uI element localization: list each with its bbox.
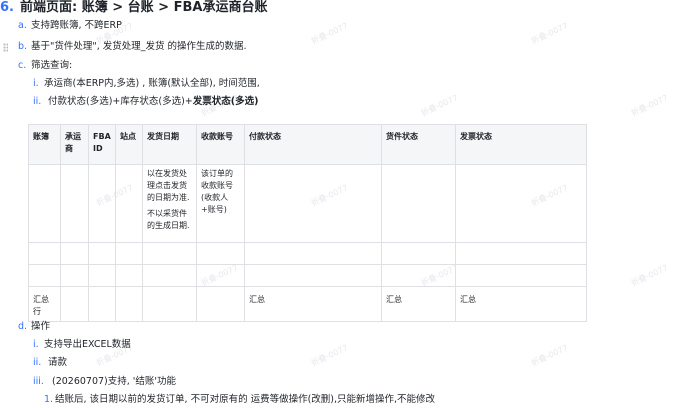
table-cell[interactable] bbox=[381, 242, 456, 265]
list-text: 付款状态(多选)+库存状态(多选)+ bbox=[48, 96, 193, 107]
list-text: 基于"货件处理", 发货处理_发货 的操作生成的数据. bbox=[31, 41, 247, 52]
table-cell[interactable] bbox=[115, 286, 143, 322]
summary-invoice: 汇总 bbox=[455, 286, 587, 322]
table-summary-row: 汇总行 汇总 汇总 汇总 bbox=[28, 286, 587, 322]
table-row bbox=[28, 242, 587, 265]
table-cell[interactable] bbox=[381, 164, 456, 243]
list-marker: b. bbox=[18, 41, 28, 52]
watermark: 折叠-0077 bbox=[309, 343, 350, 368]
table-cell[interactable] bbox=[60, 264, 89, 287]
ship-date-note: 以在发货处理点击发货的日期为准. bbox=[147, 169, 190, 202]
table-cell[interactable] bbox=[142, 242, 197, 265]
table-cell[interactable] bbox=[60, 286, 89, 322]
list-item-d: d. 操作 bbox=[18, 320, 50, 334]
list-text: 结账后, 该日期以前的发货订单, 不可对原有的 运费等做操作(改删),只能新增操… bbox=[55, 394, 436, 405]
list-marker: 1. bbox=[44, 394, 54, 405]
list-item-a: a. 支持跨账簿, 不跨ERP bbox=[18, 19, 122, 33]
table-cell[interactable] bbox=[88, 264, 116, 287]
table-cell[interactable] bbox=[142, 264, 197, 287]
table-cell[interactable] bbox=[196, 264, 245, 287]
column-header: FBA ID bbox=[88, 124, 116, 165]
list-marker: c. bbox=[18, 60, 27, 71]
column-header: 发货日期 bbox=[142, 124, 197, 165]
list-marker: d. bbox=[18, 321, 28, 332]
heading-number: 6. bbox=[0, 0, 14, 15]
list-text: 筛选查询: bbox=[31, 60, 73, 71]
list-marker: iii. bbox=[33, 376, 44, 387]
table-cell[interactable] bbox=[455, 264, 587, 287]
list-text: 请款 bbox=[48, 357, 68, 368]
watermark: 折叠-0077 bbox=[529, 343, 570, 368]
table-cell[interactable] bbox=[28, 264, 61, 287]
table-cell[interactable]: 以在发货处理点击发货的日期为准. 不以采货件的生成日期. bbox=[142, 164, 197, 243]
watermark: 折叠-0077 bbox=[419, 93, 460, 118]
list-item-b: b. 基于"货件处理", 发货处理_发货 的操作生成的数据. bbox=[18, 40, 247, 54]
table-cell[interactable] bbox=[196, 242, 245, 265]
table-row bbox=[28, 264, 587, 287]
table-row: 以在发货处理点击发货的日期为准. 不以采货件的生成日期. 该订单的收款账号(收款… bbox=[28, 164, 587, 243]
list-item-c: c. 筛选查询: bbox=[18, 59, 72, 73]
list-marker: i. bbox=[33, 78, 39, 89]
list-marker: ii. bbox=[33, 96, 42, 107]
table-cell[interactable] bbox=[115, 242, 143, 265]
column-header: 货件状态 bbox=[381, 124, 456, 165]
list-marker: i. bbox=[33, 339, 39, 350]
summary-label: 汇总行 bbox=[28, 286, 61, 322]
list-text-bold: 发票状态(多选) bbox=[192, 96, 259, 107]
table-cell[interactable] bbox=[381, 264, 456, 287]
heading-text: 前端页面: 账簿 > 台账 > FBA承运商台账 bbox=[19, 0, 268, 15]
list-text: 支持跨账簿, 不跨ERP bbox=[31, 20, 122, 31]
table-cell[interactable] bbox=[244, 242, 382, 265]
table-cell[interactable] bbox=[196, 286, 245, 322]
list-item-c-ii: ii. 付款状态(多选)+库存状态(多选)+发票状态(多选) bbox=[33, 95, 258, 109]
table-cell[interactable] bbox=[60, 164, 89, 243]
table-cell[interactable] bbox=[88, 242, 116, 265]
watermark: 折叠-0077 bbox=[529, 21, 570, 46]
table-cell[interactable] bbox=[28, 242, 61, 265]
table-cell[interactable] bbox=[244, 164, 382, 243]
table-cell[interactable] bbox=[455, 164, 587, 243]
list-item-d-iii-1: 1. 结账后, 该日期以前的发货订单, 不可对原有的 运费等做操作(改删),只能新… bbox=[44, 393, 435, 407]
column-header: 付款状态 bbox=[244, 124, 382, 165]
column-header: 收款账号 bbox=[196, 124, 245, 165]
list-text: (20260707)支持, '结账'功能 bbox=[52, 376, 177, 387]
list-marker: ii. bbox=[33, 357, 42, 368]
column-header: 账簿 bbox=[28, 124, 61, 165]
list-item-d-iii: iii. (20260707)支持, '结账'功能 bbox=[33, 375, 176, 389]
ledger-table: 账簿 承运商 FBA ID 站点 发货日期 收款账号 付款状态 货件状态 发票状… bbox=[28, 124, 587, 322]
summary-shipment: 汇总 bbox=[381, 286, 456, 322]
table-cell[interactable] bbox=[28, 164, 61, 243]
table-header-row: 账簿 承运商 FBA ID 站点 发货日期 收款账号 付款状态 货件状态 发票状… bbox=[28, 124, 587, 165]
list-item-d-ii: ii. 请款 bbox=[33, 356, 67, 370]
list-text: 支持导出EXCEL数据 bbox=[44, 339, 131, 350]
list-item-c-i: i. 承运商(本ERP内,多选) , 账簿(默认全部), 时间范围, bbox=[33, 77, 260, 91]
watermark: 折叠-0077 bbox=[629, 263, 670, 288]
list-marker: a. bbox=[18, 20, 27, 31]
list-text: 操作 bbox=[31, 321, 51, 332]
column-header: 发票状态 bbox=[455, 124, 587, 165]
table-cell[interactable] bbox=[60, 242, 89, 265]
table-cell[interactable] bbox=[244, 264, 382, 287]
section-heading: 6. 前端页面: 账簿 > 台账 > FBA承运商台账 bbox=[0, 0, 267, 16]
column-header: 承运商 bbox=[60, 124, 89, 165]
table-cell[interactable] bbox=[88, 286, 116, 322]
drag-handle-icon[interactable] bbox=[3, 43, 8, 52]
table-cell[interactable] bbox=[115, 264, 143, 287]
ship-date-note: 不以采货件的生成日期. bbox=[147, 209, 190, 230]
account-note: 该订单的收款账号(收款人+账号) bbox=[201, 169, 233, 214]
table-cell[interactable]: 该订单的收款账号(收款人+账号) bbox=[196, 164, 245, 243]
list-item-d-i: i. 支持导出EXCEL数据 bbox=[33, 338, 131, 352]
table-cell[interactable] bbox=[115, 164, 143, 243]
table-cell[interactable] bbox=[88, 164, 116, 243]
column-header: 站点 bbox=[115, 124, 143, 165]
summary-payment: 汇总 bbox=[244, 286, 382, 322]
list-text: 承运商(本ERP内,多选) , 账簿(默认全部), 时间范围, bbox=[44, 78, 260, 89]
table-cell[interactable] bbox=[455, 242, 587, 265]
table-cell[interactable] bbox=[142, 286, 197, 322]
watermark: 折叠-0077 bbox=[629, 93, 670, 118]
watermark: 折叠-0077 bbox=[309, 21, 350, 46]
